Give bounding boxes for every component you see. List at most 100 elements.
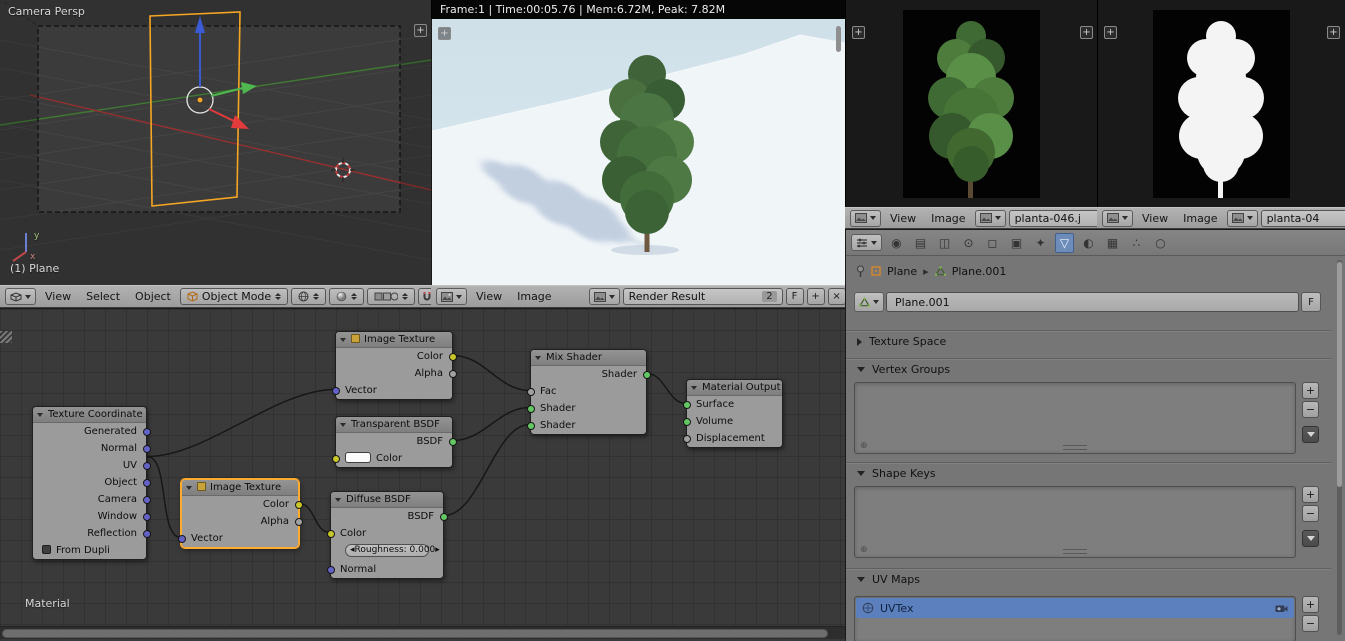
render-result-view[interactable]: + [431,19,845,285]
node-header[interactable]: Image Texture [336,332,452,348]
uv-map-add-button[interactable]: + [1302,596,1319,613]
properties-editor[interactable]: ◉ ▤ ◫ ⊙ ◻ ▣ ✦ ▽ ◐ ▦ ∴ ○ Plane ▸ Plane.00… [845,229,1345,641]
shape-key-specials-button[interactable] [1302,530,1319,547]
node-header[interactable]: Diffuse BSDF [331,492,443,508]
socket-normal-input[interactable] [326,565,335,574]
from-dupli-checkbox[interactable] [42,545,51,554]
image-browse-button[interactable] [588,288,620,305]
manipulator-widget-group[interactable] [367,288,416,305]
tab-modifiers[interactable]: ✦ [1031,233,1050,253]
tab-texture[interactable]: ▦ [1103,233,1122,253]
mode-dropdown[interactable]: Object Mode [179,288,289,305]
breadcrumb-data-name[interactable]: Plane.001 [952,265,1007,278]
socket-reflection-output[interactable] [142,529,151,538]
shape-key-remove-button[interactable]: − [1302,505,1319,522]
vertex-group-specials-button[interactable] [1302,426,1319,443]
transform-manipulator[interactable] [186,16,257,129]
socket-normal-output[interactable] [142,444,151,453]
pivot-point-dropdown[interactable] [329,288,365,305]
tab-world[interactable]: ⊙ [959,233,978,253]
editor-type-selector[interactable] [436,288,467,305]
node-editor[interactable]: Texture Coordinate Generated Normal UV O… [0,308,845,641]
socket-alpha-output[interactable] [294,517,303,526]
panel-texture-space[interactable]: Texture Space [846,330,1331,352]
uv-map-remove-button[interactable]: − [1302,615,1319,632]
area-expand-widget[interactable]: + [414,24,427,37]
list-resize-grip[interactable] [1063,445,1087,450]
vertex-group-add-button[interactable]: + [1302,382,1319,399]
vertex-groups-list[interactable]: ⊕ [854,382,1296,454]
socket-alpha-output[interactable] [448,369,457,378]
list-resize-grip[interactable] [1063,549,1087,554]
menu-view[interactable]: View [39,290,77,303]
fake-user-button[interactable]: F [1301,292,1321,312]
tab-render-layers[interactable]: ▤ [911,233,930,253]
node-texture-coordinate[interactable]: Texture Coordinate Generated Normal UV O… [32,406,151,560]
socket-vector-input[interactable] [177,534,186,543]
socket-shader-output[interactable] [642,370,651,379]
tab-material[interactable]: ◐ [1079,233,1098,253]
editor-type-selector[interactable] [851,234,882,251]
socket-surface-input[interactable] [682,400,691,409]
socket-camera-output[interactable] [142,495,151,504]
socket-displacement-input[interactable] [682,434,691,443]
tab-render[interactable]: ◉ [887,233,906,253]
area-expand-widget[interactable]: + [1104,26,1117,39]
socket-shader1-input[interactable] [526,404,535,413]
node-image-texture-1[interactable]: Image Texture Color Alpha Vector [331,331,457,400]
area-expand-widget[interactable]: + [438,27,451,40]
shape-key-add-button[interactable]: + [1302,486,1319,503]
shape-keys-list[interactable]: ⊕ [854,486,1296,558]
socket-bsdf-output[interactable] [448,437,457,446]
snap-toggle-button[interactable] [418,288,431,305]
area-expand-widget[interactable]: + [852,26,865,39]
tab-constraints[interactable]: ▣ [1007,233,1026,253]
socket-color-input[interactable] [326,529,335,538]
properties-scrollbar[interactable] [1337,260,1342,635]
menu-image[interactable]: Image [511,290,557,303]
node-header[interactable]: Texture Coordinate [33,407,146,423]
socket-object-output[interactable] [142,478,151,487]
panel-vertex-groups[interactable]: Vertex Groups [846,358,1331,380]
menu-view[interactable]: View [884,212,922,225]
image-browse-button[interactable] [974,209,1006,227]
node-header[interactable]: Mix Shader [531,350,646,366]
socket-shader2-input[interactable] [526,421,535,430]
menu-view[interactable]: View [1136,212,1174,225]
node-material-output[interactable]: Material Output Surface Volume Displacem… [682,379,783,448]
viewport-3d[interactable]: Camera Persp y x (1) Plane + [0,0,431,285]
list-filter-toggle-icon[interactable]: ⊕ [860,442,868,451]
pin-icon[interactable] [856,265,865,278]
uv-map-row-selected[interactable]: UVTex [856,598,1294,618]
tab-data[interactable]: ▽ [1055,232,1074,253]
menu-object[interactable]: Object [129,290,177,303]
breadcrumb-object-name[interactable]: Plane [887,265,917,278]
users-count-badge[interactable]: 2 [762,291,777,302]
socket-vector-input[interactable] [331,386,340,395]
image-datablock-field[interactable]: Render Result 2 [622,288,783,305]
socket-bsdf-output[interactable] [439,512,448,521]
render-camera-icon[interactable] [1275,604,1288,613]
tab-scene[interactable]: ◫ [935,233,954,253]
node-transparent-bsdf[interactable]: Transparent BSDF BSDF Color [331,416,457,468]
render-view-scrollbar[interactable] [836,26,841,52]
mesh-name-field[interactable]: Plane.001 [886,292,1299,312]
socket-volume-input[interactable] [682,417,691,426]
menu-select[interactable]: Select [80,290,126,303]
tab-object[interactable]: ◻ [983,233,1002,253]
socket-window-output[interactable] [142,512,151,521]
panel-uv-maps[interactable]: UV Maps [846,568,1331,590]
slider-right-arrow-icon[interactable]: ▸ [435,542,440,559]
uv-maps-list[interactable]: UVTex [854,596,1296,641]
image-browse-button[interactable] [1226,209,1258,227]
socket-color-output[interactable] [448,352,457,361]
area-corner-widget[interactable] [0,331,12,343]
scrollbar-thumb[interactable] [1337,262,1342,487]
color-swatch[interactable] [345,452,371,463]
image-datablock-field[interactable]: planta-04 [1260,209,1345,227]
node-editor-hscrollbar[interactable] [0,626,845,639]
vertex-group-remove-button[interactable]: − [1302,401,1319,418]
editor-type-selector[interactable] [1102,209,1133,227]
new-image-button[interactable]: + [806,288,825,305]
menu-image[interactable]: Image [1177,212,1223,225]
